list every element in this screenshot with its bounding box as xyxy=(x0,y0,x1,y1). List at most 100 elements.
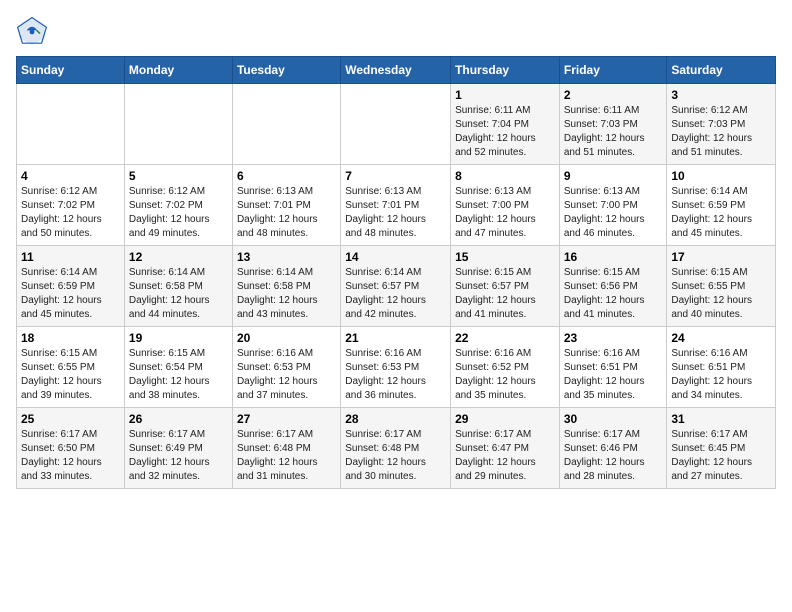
day-number: 28 xyxy=(345,412,446,426)
day-info: Sunrise: 6:17 AM Sunset: 6:48 PM Dayligh… xyxy=(237,428,336,484)
day-info: Sunrise: 6:11 AM Sunset: 7:03 PM Dayligh… xyxy=(564,104,663,160)
calendar-cell: 10 Sunrise: 6:14 AM Sunset: 6:59 PM Dayli… xyxy=(667,165,776,246)
day-info: Sunrise: 6:14 AM Sunset: 6:58 PM Dayligh… xyxy=(129,266,228,322)
day-number: 5 xyxy=(129,169,228,183)
day-info: Sunrise: 6:17 AM Sunset: 6:46 PM Dayligh… xyxy=(564,428,663,484)
day-number: 17 xyxy=(671,250,771,264)
day-info: Sunrise: 6:15 AM Sunset: 6:57 PM Dayligh… xyxy=(455,266,555,322)
day-info: Sunrise: 6:17 AM Sunset: 6:48 PM Dayligh… xyxy=(345,428,446,484)
calendar-cell: 7 Sunrise: 6:13 AM Sunset: 7:01 PM Daylig… xyxy=(341,165,451,246)
calendar-cell: 25 Sunrise: 6:17 AM Sunset: 6:50 PM Dayli… xyxy=(17,408,125,489)
calendar-cell: 1 Sunrise: 6:11 AM Sunset: 7:04 PM Daylig… xyxy=(451,84,560,165)
day-number: 27 xyxy=(237,412,336,426)
header-wednesday: Wednesday xyxy=(341,57,451,84)
day-info: Sunrise: 6:11 AM Sunset: 7:04 PM Dayligh… xyxy=(455,104,555,160)
day-number: 3 xyxy=(671,88,771,102)
calendar-cell: 13 Sunrise: 6:14 AM Sunset: 6:58 PM Dayli… xyxy=(232,246,340,327)
calendar-cell: 11 Sunrise: 6:14 AM Sunset: 6:59 PM Dayli… xyxy=(17,246,125,327)
calendar-cell: 23 Sunrise: 6:16 AM Sunset: 6:51 PM Dayli… xyxy=(559,327,667,408)
header-saturday: Saturday xyxy=(667,57,776,84)
day-number: 9 xyxy=(564,169,663,183)
day-number: 16 xyxy=(564,250,663,264)
day-info: Sunrise: 6:14 AM Sunset: 6:58 PM Dayligh… xyxy=(237,266,336,322)
day-info: Sunrise: 6:13 AM Sunset: 7:00 PM Dayligh… xyxy=(564,185,663,241)
calendar-cell: 27 Sunrise: 6:17 AM Sunset: 6:48 PM Dayli… xyxy=(232,408,340,489)
day-number: 19 xyxy=(129,331,228,345)
day-number: 15 xyxy=(455,250,555,264)
calendar-cell: 24Sunrise: 6:16 AM Sunset: 6:51 PM Dayli… xyxy=(667,327,776,408)
header xyxy=(16,16,776,48)
header-friday: Friday xyxy=(559,57,667,84)
day-info: Sunrise: 6:16 AM Sunset: 6:52 PM Dayligh… xyxy=(455,347,555,403)
calendar-cell: 6Sunrise: 6:13 AM Sunset: 7:01 PM Daylig… xyxy=(232,165,340,246)
calendar-cell: 2 Sunrise: 6:11 AM Sunset: 7:03 PM Daylig… xyxy=(559,84,667,165)
calendar-cell: 3 Sunrise: 6:12 AM Sunset: 7:03 PM Daylig… xyxy=(667,84,776,165)
calendar-cell: 4 Sunrise: 6:12 AM Sunset: 7:02 PM Daylig… xyxy=(17,165,125,246)
calendar-cell: 16 Sunrise: 6:15 AM Sunset: 6:56 PM Dayli… xyxy=(559,246,667,327)
day-number: 13 xyxy=(237,250,336,264)
day-number: 1 xyxy=(455,88,555,102)
calendar-week-1: 1 Sunrise: 6:11 AM Sunset: 7:04 PM Daylig… xyxy=(17,84,776,165)
day-number: 4 xyxy=(21,169,120,183)
day-number: 7 xyxy=(345,169,446,183)
calendar-cell: 26 Sunrise: 6:17 AM Sunset: 6:49 PM Dayli… xyxy=(124,408,232,489)
day-info: Sunrise: 6:12 AM Sunset: 7:02 PM Dayligh… xyxy=(129,185,228,241)
day-number: 8 xyxy=(455,169,555,183)
calendar-cell: 5 Sunrise: 6:12 AM Sunset: 7:02 PM Daylig… xyxy=(124,165,232,246)
day-info: Sunrise: 6:17 AM Sunset: 6:50 PM Dayligh… xyxy=(21,428,120,484)
day-number: 10 xyxy=(671,169,771,183)
day-number: 14 xyxy=(345,250,446,264)
calendar-cell: 8 Sunrise: 6:13 AM Sunset: 7:00 PM Daylig… xyxy=(451,165,560,246)
day-number: 20 xyxy=(237,331,336,345)
calendar-cell: 18 Sunrise: 6:15 AM Sunset: 6:55 PM Dayli… xyxy=(17,327,125,408)
calendar-cell: 30 Sunrise: 6:17 AM Sunset: 6:46 PM Dayli… xyxy=(559,408,667,489)
calendar-cell: 31Sunrise: 6:17 AM Sunset: 6:45 PM Dayli… xyxy=(667,408,776,489)
day-number: 25 xyxy=(21,412,120,426)
day-info: Sunrise: 6:15 AM Sunset: 6:54 PM Dayligh… xyxy=(129,347,228,403)
header-tuesday: Tuesday xyxy=(232,57,340,84)
day-info: Sunrise: 6:13 AM Sunset: 7:00 PM Dayligh… xyxy=(455,185,555,241)
day-number: 12 xyxy=(129,250,228,264)
calendar-cell: 15 Sunrise: 6:15 AM Sunset: 6:57 PM Dayli… xyxy=(451,246,560,327)
calendar-header-row: SundayMondayTuesdayWednesdayThursdayFrid… xyxy=(17,57,776,84)
day-info: Sunrise: 6:17 AM Sunset: 6:45 PM Dayligh… xyxy=(671,428,771,484)
logo-icon xyxy=(16,16,48,48)
calendar-cell xyxy=(124,84,232,165)
calendar-cell: 28 Sunrise: 6:17 AM Sunset: 6:48 PM Dayli… xyxy=(341,408,451,489)
day-number: 24 xyxy=(671,331,771,345)
day-number: 21 xyxy=(345,331,446,345)
day-info: Sunrise: 6:12 AM Sunset: 7:02 PM Dayligh… xyxy=(21,185,120,241)
calendar-cell: 22 Sunrise: 6:16 AM Sunset: 6:52 PM Dayli… xyxy=(451,327,560,408)
calendar-cell xyxy=(17,84,125,165)
calendar-cell: 9 Sunrise: 6:13 AM Sunset: 7:00 PM Daylig… xyxy=(559,165,667,246)
calendar-cell: 14 Sunrise: 6:14 AM Sunset: 6:57 PM Dayli… xyxy=(341,246,451,327)
day-number: 30 xyxy=(564,412,663,426)
day-info: Sunrise: 6:16 AM Sunset: 6:53 PM Dayligh… xyxy=(237,347,336,403)
day-number: 23 xyxy=(564,331,663,345)
day-number: 22 xyxy=(455,331,555,345)
day-number: 18 xyxy=(21,331,120,345)
logo xyxy=(16,16,52,48)
day-info: Sunrise: 6:15 AM Sunset: 6:55 PM Dayligh… xyxy=(671,266,771,322)
day-number: 11 xyxy=(21,250,120,264)
day-info: Sunrise: 6:14 AM Sunset: 6:59 PM Dayligh… xyxy=(21,266,120,322)
calendar-cell: 29Sunrise: 6:17 AM Sunset: 6:47 PM Dayli… xyxy=(451,408,560,489)
calendar-cell: 21Sunrise: 6:16 AM Sunset: 6:53 PM Dayli… xyxy=(341,327,451,408)
day-info: Sunrise: 6:14 AM Sunset: 6:59 PM Dayligh… xyxy=(671,185,771,241)
day-info: Sunrise: 6:13 AM Sunset: 7:01 PM Dayligh… xyxy=(345,185,446,241)
day-number: 26 xyxy=(129,412,228,426)
day-info: Sunrise: 6:16 AM Sunset: 6:51 PM Dayligh… xyxy=(564,347,663,403)
day-info: Sunrise: 6:12 AM Sunset: 7:03 PM Dayligh… xyxy=(671,104,771,160)
calendar-week-5: 25 Sunrise: 6:17 AM Sunset: 6:50 PM Dayli… xyxy=(17,408,776,489)
day-info: Sunrise: 6:14 AM Sunset: 6:57 PM Dayligh… xyxy=(345,266,446,322)
day-info: Sunrise: 6:13 AM Sunset: 7:01 PM Dayligh… xyxy=(237,185,336,241)
day-info: Sunrise: 6:15 AM Sunset: 6:55 PM Dayligh… xyxy=(21,347,120,403)
calendar-cell: 20 Sunrise: 6:16 AM Sunset: 6:53 PM Dayli… xyxy=(232,327,340,408)
calendar-cell xyxy=(232,84,340,165)
calendar-table: SundayMondayTuesdayWednesdayThursdayFrid… xyxy=(16,56,776,489)
calendar-cell xyxy=(341,84,451,165)
day-number: 2 xyxy=(564,88,663,102)
day-number: 29 xyxy=(455,412,555,426)
day-info: Sunrise: 6:15 AM Sunset: 6:56 PM Dayligh… xyxy=(564,266,663,322)
day-info: Sunrise: 6:17 AM Sunset: 6:49 PM Dayligh… xyxy=(129,428,228,484)
